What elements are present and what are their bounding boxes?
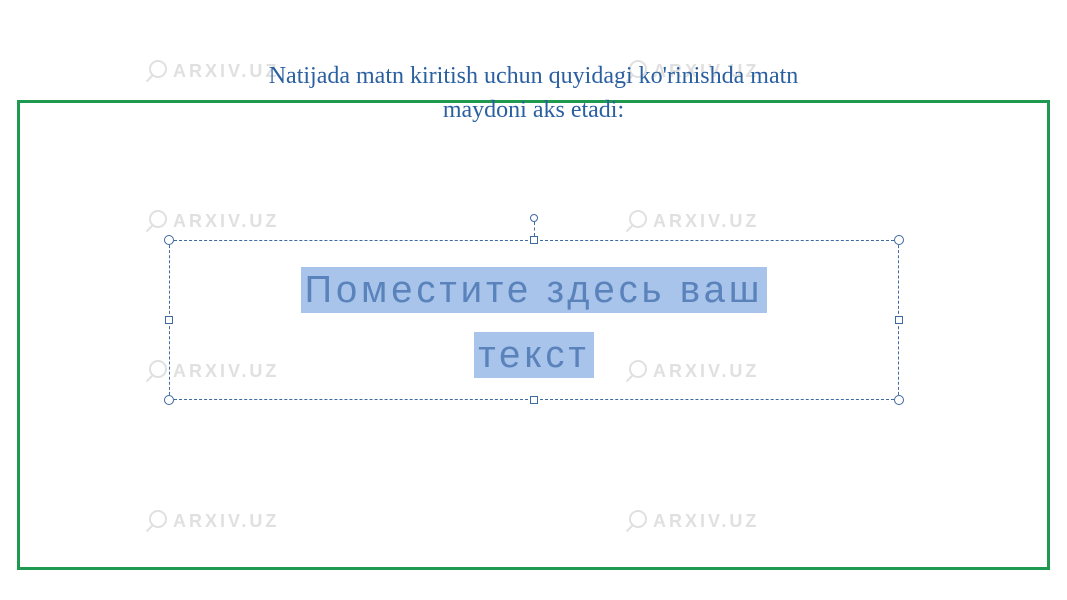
placeholder-text[interactable]: Поместите здесь ваш текст	[169, 258, 899, 387]
placeholder-line-2: текст	[474, 332, 594, 378]
resize-handle-bottom[interactable]	[530, 396, 538, 404]
resize-handle-top-right[interactable]	[894, 235, 904, 245]
title-line-1: Natijada matn kiritish uchun quyidagi ko…	[269, 63, 799, 89]
resize-handle-top-left[interactable]	[164, 235, 174, 245]
resize-handle-bottom-left[interactable]	[164, 395, 174, 405]
rotation-handle[interactable]	[530, 214, 538, 222]
title-line-2: maydoni aks etadi:	[443, 97, 624, 123]
rotation-connector	[534, 222, 535, 236]
resize-handle-bottom-right[interactable]	[894, 395, 904, 405]
placeholder-line-1: Поместите здесь ваш	[301, 267, 768, 313]
slide-title: Natijada matn kiritish uchun quyidagi ko…	[0, 60, 1067, 127]
resize-handle-top[interactable]	[530, 236, 538, 244]
text-box[interactable]: Поместите здесь ваш текст	[169, 240, 899, 400]
